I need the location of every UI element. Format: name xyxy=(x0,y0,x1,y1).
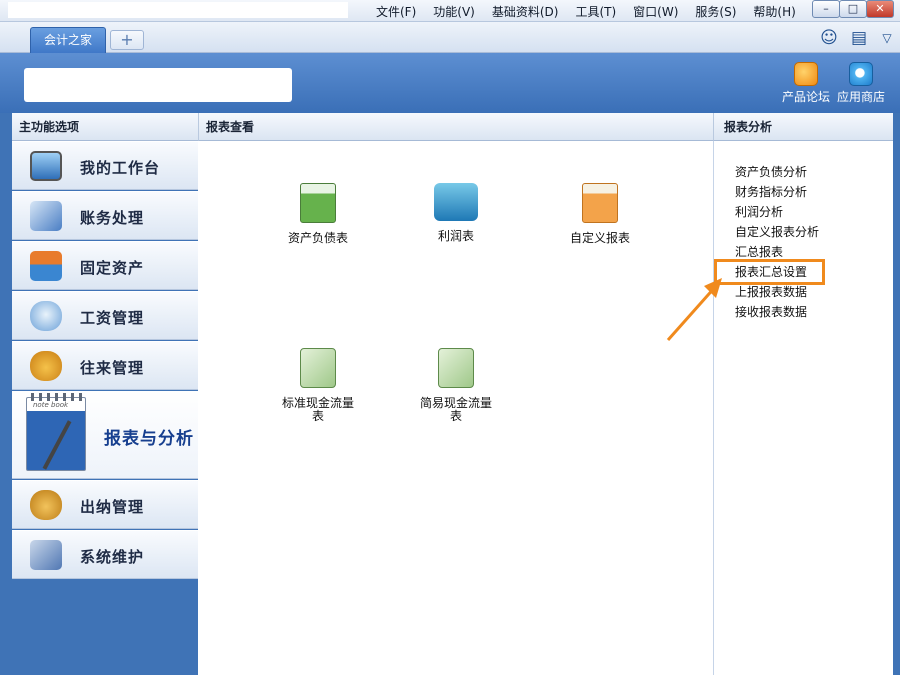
center-title: 报表查看 xyxy=(198,113,713,141)
sidebar-item-payroll[interactable]: 工资管理 xyxy=(12,291,198,340)
right-title: 报表分析 xyxy=(713,113,893,141)
report-standard-cash-flow[interactable]: 标准现金流量表 xyxy=(263,348,373,423)
report-label: 资产负债表 xyxy=(287,231,348,245)
report-label: 标准现金流量表 xyxy=(281,396,354,423)
menu-file[interactable]: 文件(F) xyxy=(376,3,416,20)
report-label: 简易现金流量表 xyxy=(419,396,492,423)
menu-basic-data[interactable]: 基础资料(D) xyxy=(492,3,559,20)
sidebar-item-system[interactable]: 系统维护 xyxy=(12,530,198,579)
sidebar-item-label: 出纳管理 xyxy=(80,498,145,516)
report-label: 自定义报表 xyxy=(569,231,630,245)
sidebar-title: 主功能选项 xyxy=(12,113,198,141)
menu-bar: 文件(F) 功能(V) 基础资料(D) 工具(T) 窗口(W) 服务(S) 帮助… xyxy=(0,0,900,22)
close-button[interactable]: ✕ xyxy=(866,0,894,18)
menu-function[interactable]: 功能(V) xyxy=(433,3,475,20)
analysis-item[interactable]: 上报报表数据 xyxy=(735,285,819,305)
report-profit[interactable]: 利润表 xyxy=(401,183,511,243)
analysis-list: 资产负债分析 财务指标分析 利润分析 自定义报表分析 汇总报表 报表汇总设置 上… xyxy=(735,165,819,325)
smiley-icon[interactable]: ☺ xyxy=(818,28,840,48)
highlight-box xyxy=(714,259,825,285)
forum-button[interactable]: 产品论坛 xyxy=(776,62,836,105)
profit-icon xyxy=(434,183,478,221)
money-bag-icon xyxy=(30,351,62,381)
sidebar-item-label: 系统维护 xyxy=(80,548,145,566)
minimize-button[interactable]: – xyxy=(812,0,840,18)
menu-tools[interactable]: 工具(T) xyxy=(575,3,616,20)
report-analysis-panel: 资产负债分析 财务指标分析 利润分析 自定义报表分析 汇总报表 报表汇总设置 上… xyxy=(713,141,893,675)
analysis-item[interactable]: 财务指标分析 xyxy=(735,185,819,205)
report-simple-cash-flow[interactable]: 简易现金流量表 xyxy=(401,348,511,423)
ledger-icon xyxy=(30,201,62,231)
main-menu: 文件(F) 功能(V) 基础资料(D) 工具(T) 窗口(W) 服务(S) 帮助… xyxy=(376,3,813,20)
notebook-icon: note book xyxy=(26,393,86,471)
sidebar-item-label: 账务处理 xyxy=(80,209,145,227)
menu-service[interactable]: 服务(S) xyxy=(695,3,736,20)
sidebar-item-cashier[interactable]: 出纳管理 xyxy=(12,480,198,529)
sidebar-item-label: 工资管理 xyxy=(80,309,145,327)
sidebar-item-label: 固定资产 xyxy=(80,259,145,277)
app-store-button[interactable]: 应用商店 xyxy=(831,62,891,105)
report-balance-sheet[interactable]: 资产负债表 xyxy=(263,183,373,245)
sidebar-item-receivables[interactable]: 往来管理 xyxy=(12,341,198,390)
arrow-annotation-icon xyxy=(666,278,722,341)
analysis-item[interactable]: 资产负债分析 xyxy=(735,165,819,185)
app-store-label: 应用商店 xyxy=(836,90,885,104)
app-store-icon xyxy=(849,62,873,86)
menu-help[interactable]: 帮助(H) xyxy=(753,3,795,20)
simple-cash-flow-icon xyxy=(438,348,474,388)
report-label: 利润表 xyxy=(437,229,474,243)
money-sack-icon xyxy=(30,490,62,520)
balance-sheet-icon xyxy=(300,183,336,223)
analysis-item[interactable]: 接收报表数据 xyxy=(735,305,819,325)
custom-report-icon xyxy=(582,183,618,223)
sidebar-item-reports[interactable]: note book 报表与分析 xyxy=(12,391,198,479)
sidebar-item-workbench[interactable]: 我的工作台 xyxy=(12,141,198,190)
report-custom[interactable]: 自定义报表 xyxy=(545,183,655,245)
menu-window[interactable]: 窗口(W) xyxy=(633,3,678,20)
cash-flow-icon xyxy=(300,348,336,388)
house-icon xyxy=(30,251,62,281)
monitor-icon xyxy=(30,151,62,181)
tab-bar: 会计之家 + ☺ ▤ ▽ xyxy=(0,22,900,53)
tab-accounting-home[interactable]: 会计之家 xyxy=(30,27,106,53)
window-edge xyxy=(893,113,900,675)
analysis-item[interactable]: 自定义报表分析 xyxy=(735,225,819,245)
sidebar-item-label: 我的工作台 xyxy=(80,159,161,177)
forum-label: 产品论坛 xyxy=(781,90,830,104)
logo-redacted xyxy=(24,68,292,102)
report-view-panel: 资产负债表 利润表 自定义报表 标准现金流量表 简易现金流量表 xyxy=(198,141,713,675)
add-tab-button[interactable]: + xyxy=(110,30,144,50)
sidebar-item-fixed-assets[interactable]: 固定资产 xyxy=(12,241,198,290)
message-icon[interactable]: ▤ xyxy=(848,28,870,48)
toolbox-icon xyxy=(30,540,62,570)
sidebar-item-label: 报表与分析 xyxy=(104,429,194,449)
sidebar: 我的工作台 账务处理 固定资产 工资管理 往来管理 note book 报表与分… xyxy=(12,141,198,675)
sidebar-item-accounting[interactable]: 账务处理 xyxy=(12,191,198,240)
title-redacted xyxy=(8,2,348,18)
cloud-icon xyxy=(30,301,62,331)
sidebar-item-label: 往来管理 xyxy=(80,359,145,377)
app-header: 产品论坛 应用商店 xyxy=(0,53,900,113)
forum-icon xyxy=(794,62,818,86)
dropdown-icon[interactable]: ▽ xyxy=(876,28,898,48)
analysis-item[interactable]: 利润分析 xyxy=(735,205,819,225)
notebook-label: note book xyxy=(33,401,69,409)
maximize-button[interactable]: □ xyxy=(839,0,867,18)
